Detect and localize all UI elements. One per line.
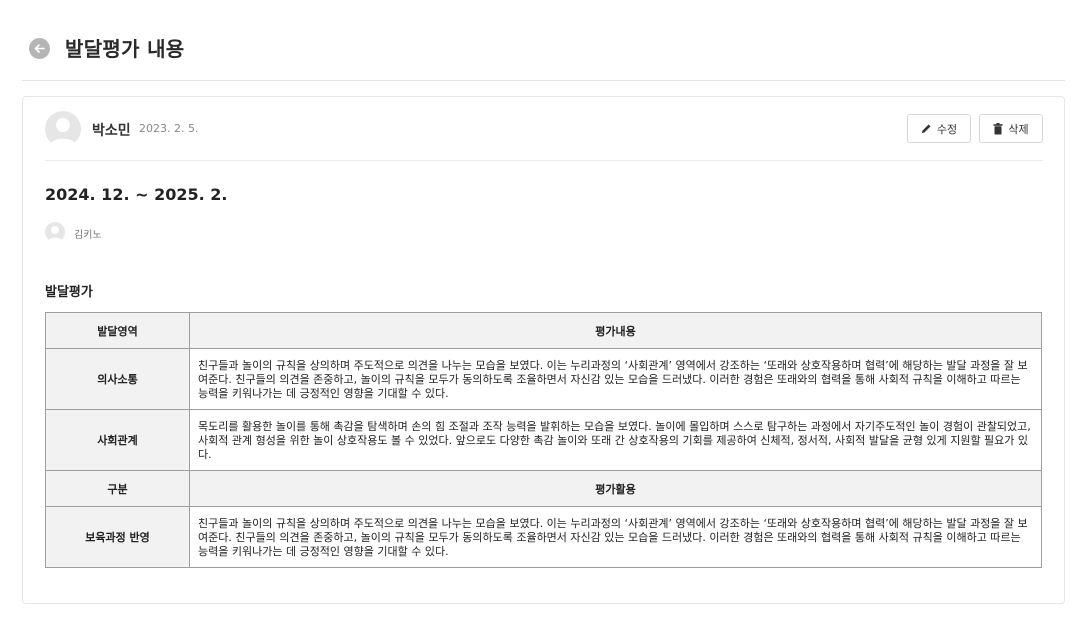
back-button[interactable] [29, 38, 50, 59]
trash-icon [993, 122, 1003, 134]
page-title: 발달평가 내용 [65, 37, 185, 61]
author-row: 박소민 2023. 2. 5. 수정 삭제 [45, 111, 1043, 161]
table-header-row: 구분 평가활용 [45, 470, 1042, 507]
delete-button[interactable]: 삭제 [979, 114, 1043, 143]
table-header-row: 발달영역 평가내용 [45, 312, 1042, 349]
table-row: 의사소통 친구들과 놀이의 규칙을 상의하며 주도적으로 의견을 나누는 모습을… [45, 348, 1042, 410]
arrow-left-icon [34, 44, 45, 53]
evaluation-period: 2024. 12. ~ 2025. 2. [45, 185, 228, 204]
edit-button[interactable]: 수정 [907, 114, 971, 143]
edit-button-label: 수정 [936, 122, 958, 136]
post-date: 2023. 2. 5. [139, 122, 199, 135]
row-content: 목도리를 활용한 놀이를 통해 촉감을 탐색하며 손의 힘 조절과 조작 능력을… [189, 409, 1042, 471]
user-avatar-icon [49, 118, 77, 147]
user-avatar-icon [47, 226, 63, 242]
evaluation-card: 박소민 2023. 2. 5. 수정 삭제 2024. 12. ~ 2025. … [22, 96, 1065, 604]
section-title: 발달평가 [45, 285, 93, 300]
teacher-name: 김키노 [74, 230, 102, 241]
row-label: 의사소통 [45, 348, 190, 410]
pencil-icon [921, 124, 931, 133]
table-row: 사회관계 목도리를 활용한 놀이를 통해 촉감을 탐색하며 손의 힘 조절과 조… [45, 409, 1042, 471]
column-header-area: 발달영역 [45, 312, 190, 349]
evaluation-table: 발달영역 평가내용 의사소통 친구들과 놀이의 규칙을 상의하며 주도적으로 의… [45, 312, 1042, 568]
row-label: 보육과정 반영 [45, 506, 190, 568]
column-header-category: 구분 [45, 470, 190, 507]
teacher-avatar [45, 222, 65, 242]
row-label: 사회관계 [45, 409, 190, 471]
page-header: 발달평가 내용 [22, 30, 1065, 81]
row-content: 친구들과 놀이의 규칙을 상의하며 주도적으로 의견을 나누는 모습을 보였다.… [189, 348, 1042, 410]
author-avatar [45, 111, 81, 147]
row-content: 친구들과 놀이의 규칙을 상의하며 주도적으로 의견을 나누는 모습을 보였다.… [189, 506, 1042, 568]
column-header-content: 평가내용 [189, 312, 1042, 349]
table-row: 보육과정 반영 친구들과 놀이의 규칙을 상의하며 주도적으로 의견을 나누는 … [45, 506, 1042, 568]
author-name: 박소민 [92, 123, 131, 139]
delete-button-label: 삭제 [1008, 122, 1029, 136]
column-header-usage: 평가활용 [189, 470, 1042, 507]
